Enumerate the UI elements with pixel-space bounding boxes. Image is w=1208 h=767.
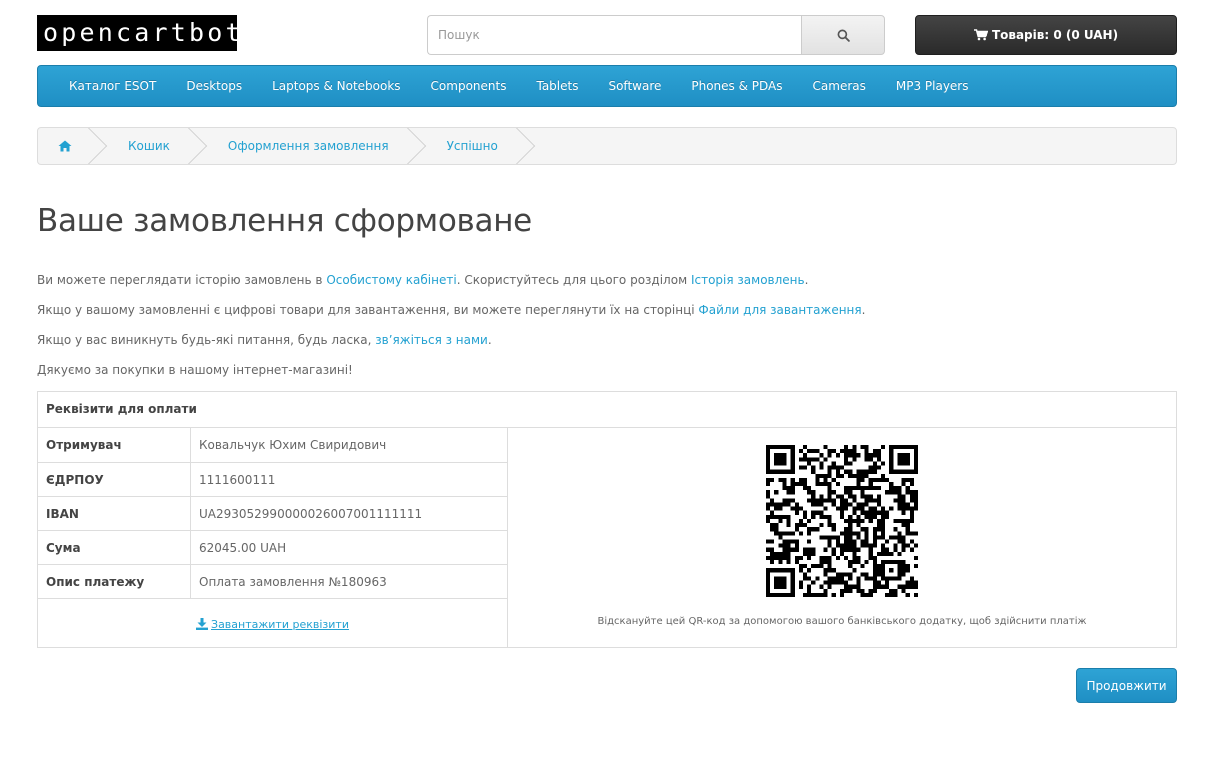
table-row: Отримувач Ковальчук Юхим Свиридович (38, 428, 507, 463)
edrpou-value: 1111600111 (199, 472, 276, 487)
amount-value: 62045.00 UAH (199, 540, 287, 555)
continue-button[interactable]: Продовжити (1076, 668, 1177, 703)
text-span: . (804, 273, 809, 287)
menu-item-tablets[interactable]: Tablets (521, 66, 593, 106)
table-row: Опис платежу Оплата замовлення №180963 (38, 565, 507, 599)
text-span: Ви можете переглядати історію замовлень … (37, 273, 327, 287)
downloads-link[interactable]: Файли для завантаження (698, 303, 861, 317)
main-menu: Каталог ESOT Desktops Laptops & Notebook… (37, 65, 1177, 107)
qr-section: Відскануйте цей QR-код за допомогою вашо… (508, 428, 1176, 647)
search-button[interactable] (801, 15, 885, 55)
contact-text: Якщо у вас виникнуть будь-які питання, б… (37, 333, 492, 347)
cart-icon (973, 29, 988, 41)
search-input[interactable] (427, 15, 801, 55)
home-icon (58, 140, 72, 152)
breadcrumb-cart[interactable]: Кошик (98, 128, 198, 164)
order-history-link[interactable]: Історія замовлень (691, 273, 805, 287)
menu-item-laptops[interactable]: Laptops & Notebooks (257, 66, 415, 106)
text-span: Якщо у вас виникнуть будь-які питання, б… (37, 333, 376, 347)
text-span: Якщо у вашому замовленні є цифрові товар… (37, 303, 699, 317)
qr-code-image (766, 445, 918, 597)
contact-link[interactable]: зв’яжіться з нами (375, 333, 488, 347)
search-icon (837, 29, 850, 42)
menu-item-phones[interactable]: Phones & PDAs (676, 66, 797, 106)
breadcrumb: Кошик Оформлення замовлення Успішно (37, 127, 1177, 165)
payment-details-panel: Реквізити для оплати Отримувач Ковальчук… (37, 391, 1177, 648)
text-span: . (861, 303, 866, 317)
page-title: Ваше замовлення сформоване (37, 203, 532, 239)
table-row: IBAN UA293052990000026007001111111 (38, 497, 507, 531)
payment-details-table: Отримувач Ковальчук Юхим Свиридович ЄДРП… (38, 428, 508, 647)
store-logo[interactable]: opencartbot (37, 15, 237, 51)
downloads-text: Якщо у вашому замовленні є цифрові товар… (37, 303, 865, 317)
text-span: . Скористуйтесь для цього розділом (456, 273, 691, 287)
download-details-label: Завантажити реквізити (211, 617, 349, 631)
menu-item-mp3-players[interactable]: MP3 Players (881, 66, 984, 106)
recipient-label: Отримувач (38, 428, 191, 462)
table-row: ЄДРПОУ 1111600111 (38, 463, 507, 497)
recipient-value: Ковальчук Юхим Свиридович (199, 438, 387, 452)
description-value: Оплата замовлення №180963 (199, 574, 387, 589)
payment-details-heading: Реквізити для оплати (38, 392, 1176, 428)
amount-label: Сума (38, 531, 191, 564)
account-link[interactable]: Особистому кабінеті (326, 273, 456, 287)
breadcrumb-checkout[interactable]: Оформлення замовлення (198, 128, 417, 164)
table-row: Сума 62045.00 UAH (38, 531, 507, 565)
thank-you-text: Дякуємо за покупки в нашому інтернет-маг… (37, 363, 353, 377)
breadcrumb-home[interactable] (38, 128, 98, 164)
qr-instructions: Відскануйте цей QR-код за допомогою вашо… (597, 616, 1087, 627)
download-icon (196, 618, 209, 630)
order-history-text: Ви можете переглядати історію замовлень … (37, 273, 808, 287)
cart-label: Товарів: 0 (0 UAH) (991, 28, 1119, 42)
menu-item-desktops[interactable]: Desktops (171, 66, 257, 106)
download-details-link[interactable]: Завантажити реквізити (38, 599, 507, 647)
iban-value: UA293052990000026007001111111 (199, 506, 423, 521)
description-label: Опис платежу (38, 565, 191, 598)
text-span: . (487, 333, 492, 347)
menu-item-components[interactable]: Components (416, 66, 522, 106)
breadcrumb-success[interactable]: Успішно (417, 128, 526, 164)
iban-label: IBAN (38, 497, 191, 530)
cart-button[interactable]: Товарів: 0 (0 UAH) (915, 15, 1177, 55)
menu-item-cameras[interactable]: Cameras (798, 66, 881, 106)
search-bar (427, 15, 885, 55)
menu-item-esot-catalog[interactable]: Каталог ESOT (54, 66, 171, 106)
menu-item-software[interactable]: Software (593, 66, 676, 106)
edrpou-label: ЄДРПОУ (38, 463, 191, 496)
